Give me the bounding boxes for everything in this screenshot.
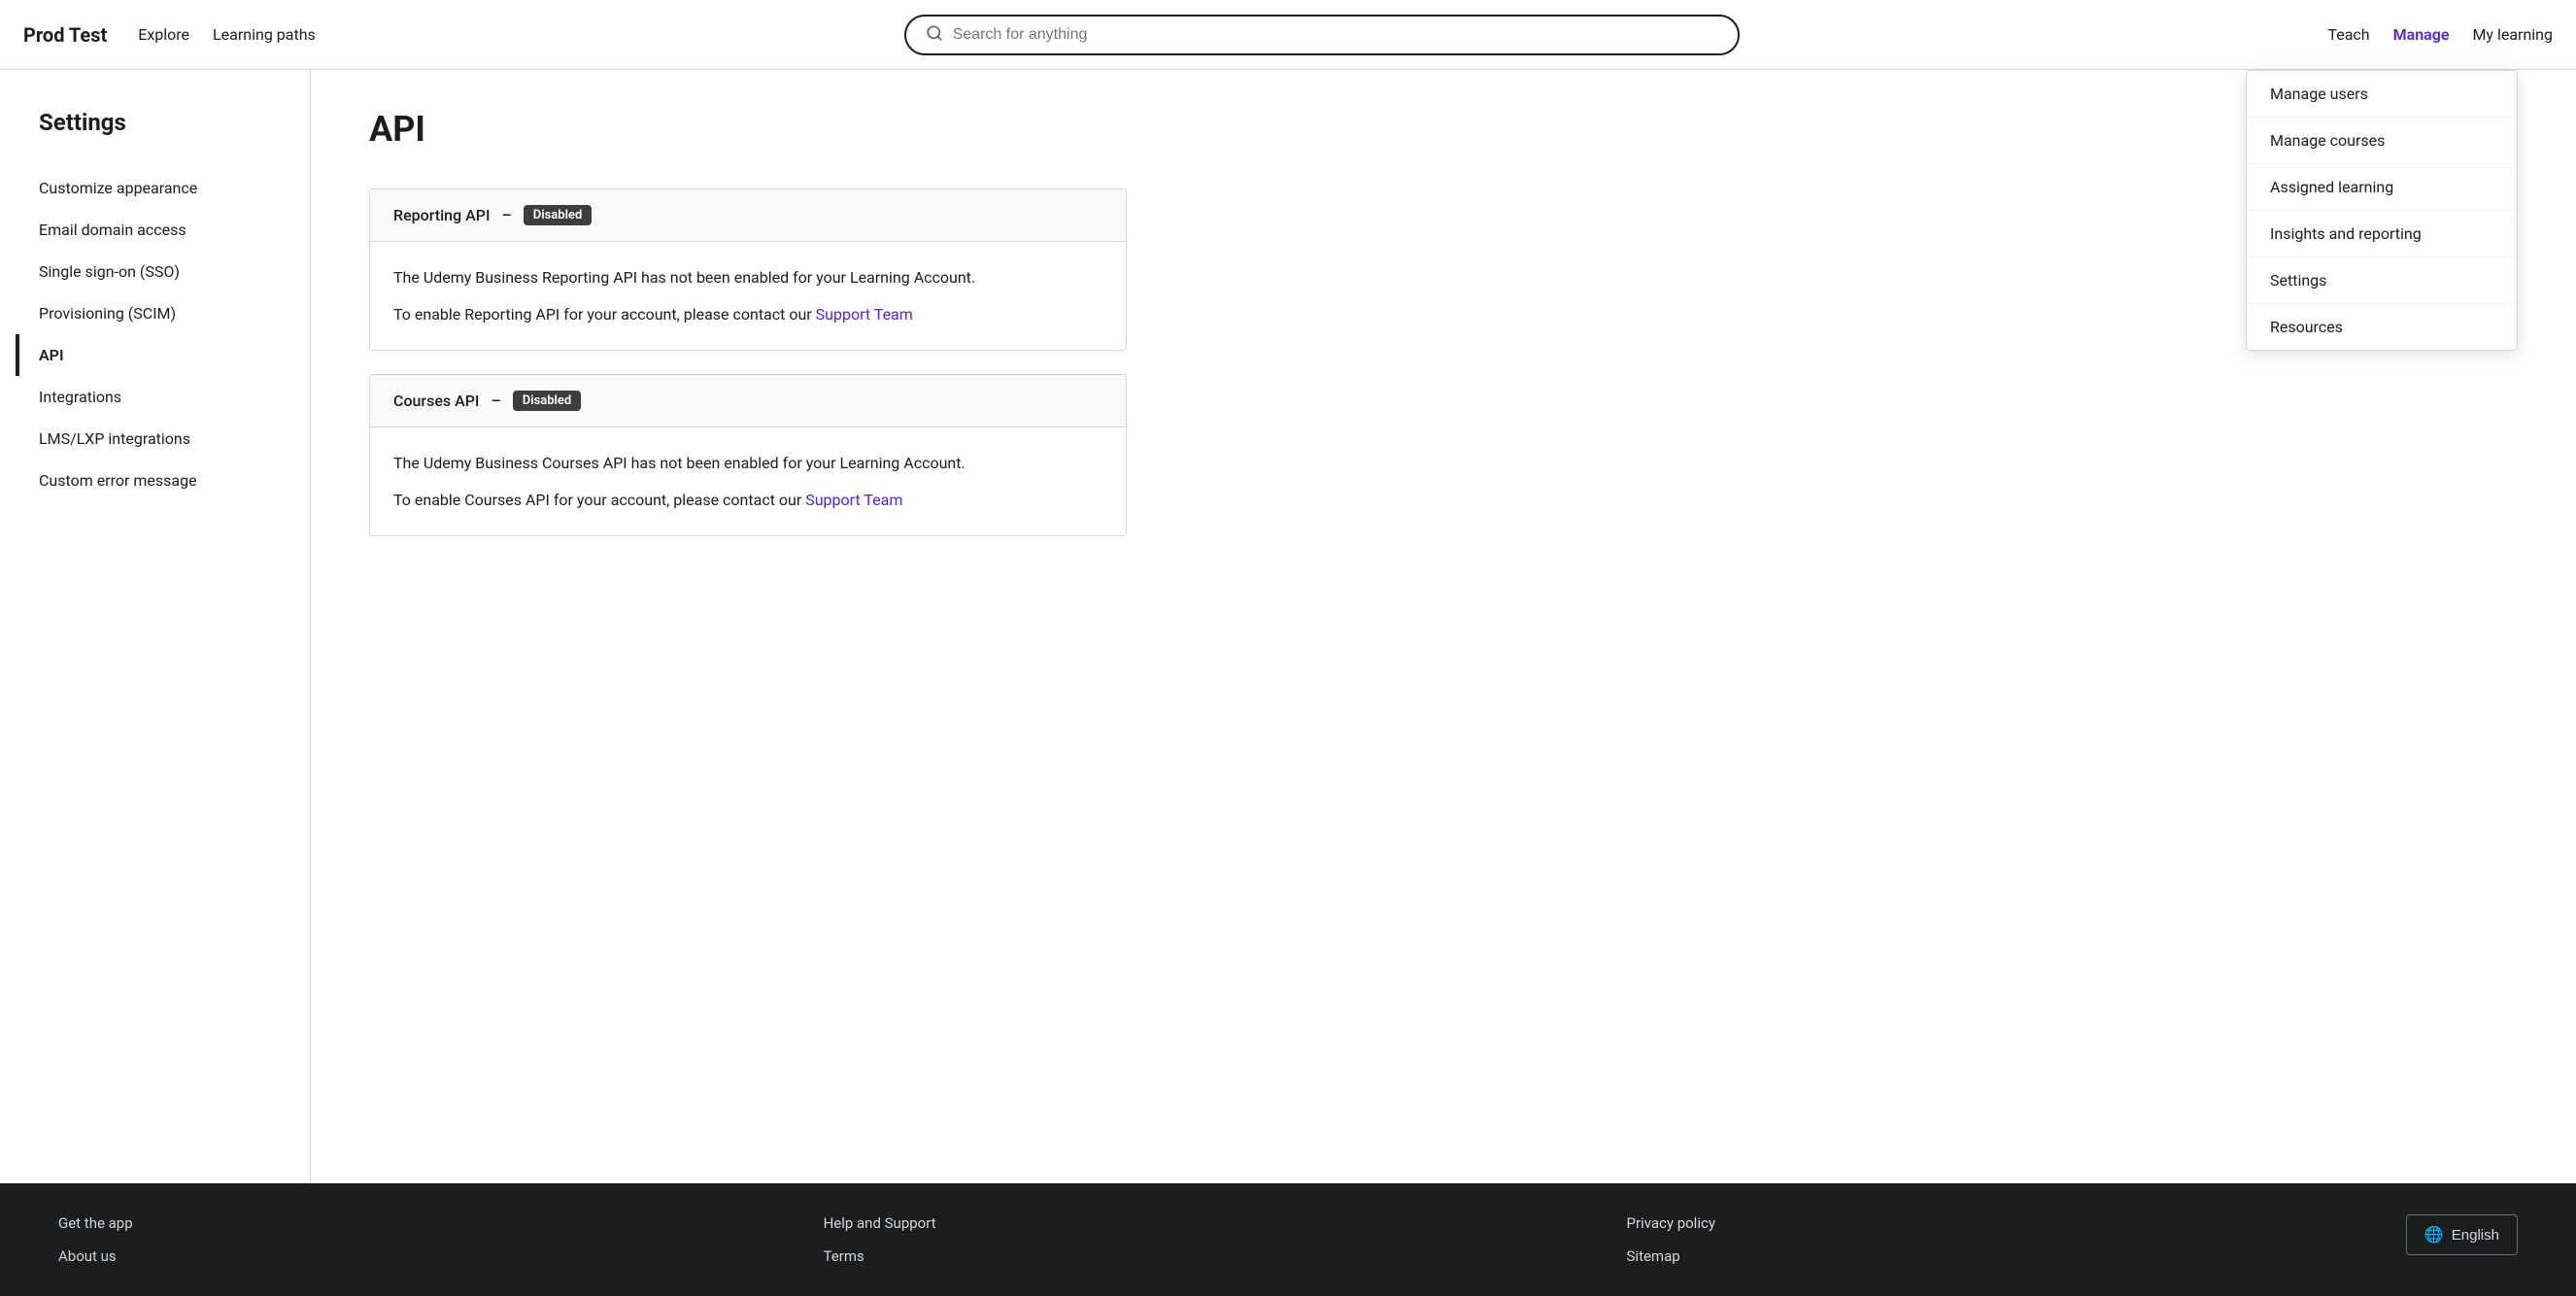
courses-api-badge: Disabled (513, 391, 582, 411)
courses-api-separator: – (491, 392, 500, 410)
footer-sitemap[interactable]: Sitemap (1627, 1247, 1715, 1265)
reporting-api-title: Reporting API (393, 206, 490, 224)
courses-api-support-link[interactable]: Support Team (805, 491, 902, 509)
sidebar-nav: Customize appearance Email domain access… (39, 167, 287, 501)
language-button[interactable]: 🌐 English (2406, 1214, 2518, 1255)
search-wrapper (904, 15, 1740, 55)
logo[interactable]: Prod Test (23, 23, 107, 47)
sidebar-item-api[interactable]: API (39, 334, 287, 376)
sidebar-item-customize[interactable]: Customize appearance (39, 167, 287, 209)
nav-teach[interactable]: Teach (2327, 25, 2369, 44)
reporting-api-card: Reporting API – Disabled The Udemy Busin… (369, 188, 1127, 351)
sidebar-item-provisioning[interactable]: Provisioning (SCIM) (39, 292, 287, 334)
reporting-api-description: The Udemy Business Reporting API has not… (393, 265, 1102, 290)
sidebar-title: Settings (39, 109, 287, 136)
sidebar-item-sso[interactable]: Single sign-on (SSO) (39, 251, 287, 292)
dropdown-item-manage-users[interactable]: Manage users (2247, 71, 2517, 118)
page-wrapper: Settings Customize appearance Email doma… (0, 70, 2576, 1183)
footer-terms[interactable]: Terms (824, 1247, 936, 1265)
nav-learning-paths[interactable]: Learning paths (213, 25, 316, 44)
manage-dropdown: Manage users Manage courses Assigned lea… (2246, 70, 2518, 351)
footer: Get the app About us Help and Support Te… (0, 1183, 2576, 1296)
reporting-api-header: Reporting API – Disabled (370, 189, 1126, 242)
footer-get-app[interactable]: Get the app (58, 1214, 133, 1232)
footer-help-support[interactable]: Help and Support (824, 1214, 936, 1232)
header-actions: Teach Manage My learning (2327, 25, 2553, 44)
search-input[interactable] (953, 26, 1718, 44)
nav-explore[interactable]: Explore (138, 25, 189, 44)
main-nav: Explore Learning paths (138, 25, 316, 44)
footer-privacy[interactable]: Privacy policy (1627, 1214, 1715, 1232)
dropdown-item-resources[interactable]: Resources (2247, 304, 2517, 350)
search-bar (904, 15, 1740, 55)
nav-manage[interactable]: Manage (2393, 25, 2450, 44)
language-label: English (2452, 1227, 2499, 1244)
sidebar-item-integrations[interactable]: Integrations (39, 376, 287, 418)
footer-about-us[interactable]: About us (58, 1247, 133, 1265)
footer-col-3: Privacy policy Sitemap (1627, 1214, 1715, 1265)
courses-api-contact: To enable Courses API for your account, … (393, 488, 1102, 513)
header: Prod Test Explore Learning paths Teach M… (0, 0, 2576, 70)
reporting-api-support-link[interactable]: Support Team (816, 305, 913, 324)
page-title: API (369, 109, 1127, 150)
courses-api-card: Courses API – Disabled The Udemy Busines… (369, 374, 1127, 536)
reporting-api-body: The Udemy Business Reporting API has not… (370, 242, 1126, 350)
reporting-api-separator: – (501, 206, 511, 224)
dropdown-item-insights[interactable]: Insights and reporting (2247, 211, 2517, 257)
dropdown-item-manage-courses[interactable]: Manage courses (2247, 118, 2517, 164)
courses-api-title: Courses API (393, 392, 479, 410)
sidebar: Settings Customize appearance Email doma… (0, 70, 311, 1183)
main-content: API Reporting API – Disabled The Udemy B… (311, 70, 1185, 1183)
dropdown-item-settings[interactable]: Settings (2247, 257, 2517, 304)
sidebar-item-email-domain[interactable]: Email domain access (39, 209, 287, 251)
footer-col-2: Help and Support Terms (824, 1214, 936, 1265)
dropdown-item-assigned-learning[interactable]: Assigned learning (2247, 164, 2517, 211)
sidebar-item-lms[interactable]: LMS/LXP integrations (39, 418, 287, 460)
courses-api-description: The Udemy Business Courses API has not b… (393, 451, 1102, 476)
footer-col-1: Get the app About us (58, 1214, 133, 1265)
search-icon (926, 24, 943, 46)
sidebar-item-custom-error[interactable]: Custom error message (39, 460, 287, 501)
reporting-api-contact: To enable Reporting API for your account… (393, 302, 1102, 327)
reporting-api-badge: Disabled (524, 205, 593, 225)
nav-my-learning[interactable]: My learning (2472, 25, 2553, 44)
courses-api-body: The Udemy Business Courses API has not b… (370, 427, 1126, 535)
footer-right: 🌐 English (2406, 1214, 2518, 1255)
globe-icon: 🌐 (2424, 1225, 2444, 1245)
courses-api-header: Courses API – Disabled (370, 375, 1126, 427)
